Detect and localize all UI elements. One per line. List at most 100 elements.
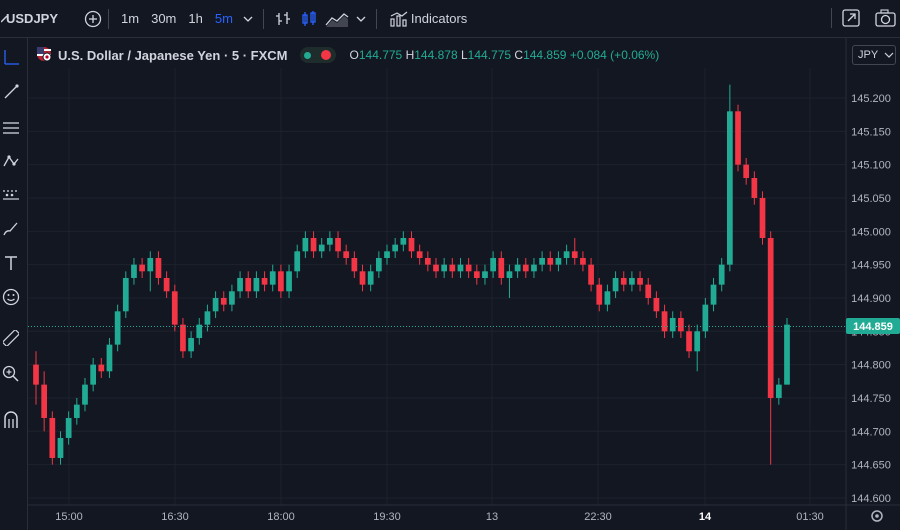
candle-body xyxy=(416,251,423,258)
price-tick-label: 144.600 xyxy=(851,493,891,505)
high-value: 144.878 xyxy=(414,48,458,62)
candle-body xyxy=(57,437,64,458)
high-label: H xyxy=(405,48,415,62)
currency-label: JPY xyxy=(858,49,879,61)
candle-body xyxy=(767,237,774,398)
ruler-icon[interactable] xyxy=(0,327,22,349)
pattern-icon[interactable] xyxy=(0,150,22,172)
candle-body xyxy=(204,311,211,325)
candle-body xyxy=(359,271,366,285)
candle-body xyxy=(743,164,750,178)
area-chart-icon[interactable] xyxy=(322,0,352,37)
candle-body xyxy=(465,264,472,272)
compare-add-icon[interactable] xyxy=(84,0,102,37)
candle-body xyxy=(106,344,113,372)
candle-body xyxy=(433,264,439,272)
chevron-down-icon xyxy=(884,52,894,58)
candle-body xyxy=(253,277,260,292)
candle-body xyxy=(506,271,513,278)
time-tick-label: 01:30 xyxy=(796,511,824,523)
candle-body xyxy=(531,264,537,272)
settings-icon[interactable] xyxy=(871,510,883,522)
candle-body xyxy=(122,277,129,312)
candle-body xyxy=(278,271,284,292)
candle-body xyxy=(775,384,782,398)
candle-body xyxy=(457,264,464,272)
magnet-icon[interactable] xyxy=(0,409,22,431)
interval-5m[interactable]: 5m xyxy=(209,0,239,37)
candle-body xyxy=(637,277,643,285)
chevron-down-icon[interactable] xyxy=(239,0,257,37)
time-tick-label: 14 xyxy=(699,511,712,523)
open-label: O xyxy=(349,48,359,62)
price-chart[interactable]: 145.200 145.150 145.100 145.050 145.000 144.9… xyxy=(0,0,900,530)
symbol-name[interactable]: USDJPY xyxy=(6,0,58,37)
candle-body xyxy=(702,304,709,332)
candle-body xyxy=(449,264,456,272)
candle-body xyxy=(490,257,496,272)
trend-line-icon[interactable] xyxy=(0,81,22,103)
candle-body xyxy=(392,244,399,252)
candle-body xyxy=(571,251,578,258)
emoji-icon[interactable] xyxy=(0,286,22,308)
candles-icon[interactable] xyxy=(296,0,322,37)
candle-body xyxy=(82,384,88,405)
price-tick-label: 144.900 xyxy=(851,293,891,305)
candle-body xyxy=(302,237,309,252)
change-value: +0.084 (+0.06%) xyxy=(569,48,660,62)
price-tick-label: 144.950 xyxy=(851,260,891,272)
crosshair-icon[interactable] xyxy=(0,47,22,69)
text-icon[interactable] xyxy=(0,252,22,274)
candle-body xyxy=(612,277,619,292)
brush-icon[interactable] xyxy=(0,218,22,240)
camera-icon[interactable] xyxy=(875,9,897,30)
candle-body xyxy=(98,364,105,372)
close-label: C xyxy=(514,48,524,62)
candle-body xyxy=(408,237,415,252)
candle-body xyxy=(41,384,48,418)
zoom-in-icon[interactable] xyxy=(0,363,22,385)
separator xyxy=(262,8,264,29)
price-tick-label: 145.200 xyxy=(851,93,891,105)
currency-button[interactable]: JPY xyxy=(852,45,896,65)
candle-body xyxy=(343,251,350,258)
forecast-icon[interactable] xyxy=(0,184,22,206)
market-status-pill[interactable] xyxy=(299,47,336,63)
chevron-down-icon[interactable] xyxy=(352,0,370,37)
legend-title[interactable]: U.S. Dollar / Japanese Yen · 5 · FXCM xyxy=(58,48,288,63)
price-tick-label: 144.750 xyxy=(851,393,891,405)
candle-body xyxy=(441,264,448,272)
candle-body xyxy=(351,257,358,272)
price-tick-label: 145.150 xyxy=(851,126,891,138)
snapshot-icon[interactable] xyxy=(842,9,862,30)
drawing-toolbar xyxy=(0,38,28,530)
time-tick-label: 19:30 xyxy=(373,511,401,523)
interval-30m[interactable]: 30m xyxy=(145,0,182,37)
price-tick-label: 144.700 xyxy=(851,426,891,438)
candle-body xyxy=(33,364,39,385)
candle-body xyxy=(498,257,505,278)
interval-1m[interactable]: 1m xyxy=(115,0,145,37)
candle-body xyxy=(90,364,96,385)
price-tick-label: 144.800 xyxy=(851,360,891,372)
candle-body xyxy=(645,284,652,298)
candle-body xyxy=(49,417,56,458)
candle-body xyxy=(669,317,676,332)
candle-body xyxy=(727,111,733,265)
interval-1h[interactable]: 1h xyxy=(182,0,208,37)
candle-body xyxy=(335,237,341,252)
indicators-button[interactable]: Indicators xyxy=(411,0,467,37)
horizontal-lines-icon[interactable] xyxy=(0,117,22,139)
separator xyxy=(831,8,832,28)
indicators-icon[interactable] xyxy=(387,0,411,37)
candle-body xyxy=(694,331,701,352)
candlestick-series xyxy=(33,84,790,465)
price-axis: 145.200 145.150 145.100 145.050 145.000 144.9… xyxy=(851,93,891,505)
candle-body xyxy=(65,417,72,438)
price-tick-label: 145.000 xyxy=(851,226,891,238)
candle-body xyxy=(784,324,790,385)
candle-body xyxy=(269,271,276,285)
bar-chart-icon[interactable] xyxy=(270,0,296,37)
low-value: 144.775 xyxy=(467,48,512,62)
candle-body xyxy=(294,251,301,272)
